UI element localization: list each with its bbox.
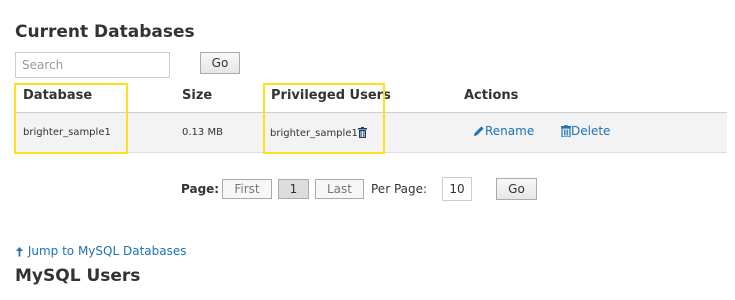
mysql-users-title: MySQL Users [15, 266, 141, 286]
last-page-button[interactable]: Last [315, 179, 364, 199]
header-actions: Actions [464, 88, 519, 103]
header-size[interactable]: Size [182, 88, 212, 103]
pagination: Page: First 1 Last Per Page: 10 Go [0, 177, 735, 203]
per-page-go-button[interactable]: Go [496, 178, 537, 200]
page-label: Page: [181, 182, 220, 196]
per-page-label: Per Page: [371, 182, 428, 196]
rename-label: Rename [485, 124, 535, 138]
header-privileged-users[interactable]: Privileged Users [271, 88, 391, 103]
current-databases-title: Current Databases [15, 22, 195, 42]
databases-table: Database Size Privileged Users Actions b… [15, 83, 727, 153]
rename-link[interactable]: Rename [473, 124, 534, 138]
pencil-icon [473, 124, 485, 138]
jump-to-mysql-databases-link[interactable]: Jump to MySQL Databases [15, 244, 186, 258]
search-input[interactable] [15, 52, 170, 78]
privileged-user: brighter_sample1 [270, 127, 367, 139]
first-page-button[interactable]: First [222, 179, 272, 199]
privileged-user-name: brighter_sample1 [270, 128, 358, 139]
table-row: brighter_sample1 0.13 MB brighter_sample… [15, 113, 727, 153]
header-database[interactable]: Database [23, 88, 92, 103]
delete-link[interactable]: Delete [561, 124, 610, 138]
database-name: brighter_sample1 [23, 127, 111, 138]
page: Current Databases Go Database Size Privi… [0, 0, 735, 300]
trash-icon [561, 124, 571, 138]
per-page-input[interactable]: 10 [442, 177, 472, 201]
arrow-up-icon [15, 244, 24, 258]
current-page-button[interactable]: 1 [278, 179, 309, 199]
revoke-user-trash-icon[interactable] [357, 127, 367, 139]
database-size: 0.13 MB [182, 127, 223, 138]
search-go-button[interactable]: Go [200, 52, 240, 74]
jump-link-label: Jump to MySQL Databases [27, 244, 187, 258]
table-header-row: Database Size Privileged Users Actions [15, 83, 727, 113]
delete-label: Delete [571, 124, 611, 138]
